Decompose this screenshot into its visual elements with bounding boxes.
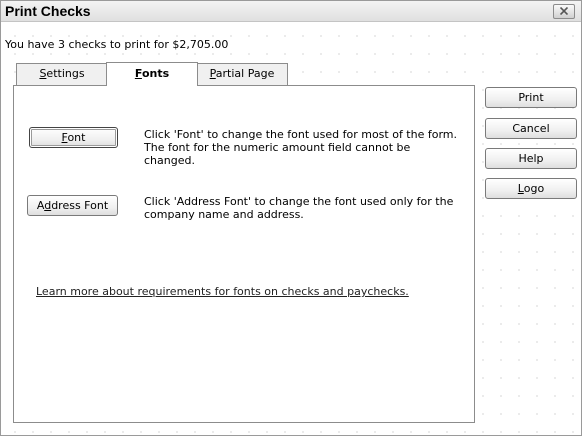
print-button[interactable]: Print: [485, 87, 577, 108]
address-font-button[interactable]: Address Font: [27, 195, 118, 216]
print-checks-dialog: Print Checks You have 3 checks to print …: [0, 0, 582, 436]
logo-button-label: ogo: [523, 182, 545, 195]
font-button-label: ont: [67, 131, 86, 144]
tab-partial-page[interactable]: Partial Page: [196, 63, 288, 85]
help-button[interactable]: Help: [485, 148, 577, 169]
font-description: Click 'Font' to change the font used for…: [144, 128, 458, 167]
fonts-requirements-link[interactable]: Learn more about requirements for fonts …: [36, 285, 409, 298]
title-bar: Print Checks: [1, 1, 581, 22]
tab-settings[interactable]: Settings: [16, 63, 108, 85]
address-font-button-label: dress Font: [51, 199, 109, 212]
tab-fonts[interactable]: Fonts: [106, 62, 198, 86]
window-title: Print Checks: [5, 3, 91, 19]
tab-fonts-label: onts: [141, 67, 170, 80]
fonts-tab-panel: Font Click 'Font' to change the font use…: [13, 85, 475, 423]
tab-settings-label: ettings: [46, 67, 85, 80]
checks-summary: You have 3 checks to print for $2,705.00: [5, 38, 229, 51]
logo-button[interactable]: Logo: [485, 178, 577, 199]
close-icon: [560, 7, 568, 15]
tab-fonts-accel: F: [134, 67, 142, 80]
address-font-description: Click 'Address Font' to change the font …: [144, 195, 454, 221]
cancel-button[interactable]: Cancel: [485, 118, 577, 139]
tab-partial-page-label: artial Page: [215, 67, 275, 80]
close-button[interactable]: [553, 4, 575, 19]
font-button[interactable]: Font: [29, 127, 118, 148]
